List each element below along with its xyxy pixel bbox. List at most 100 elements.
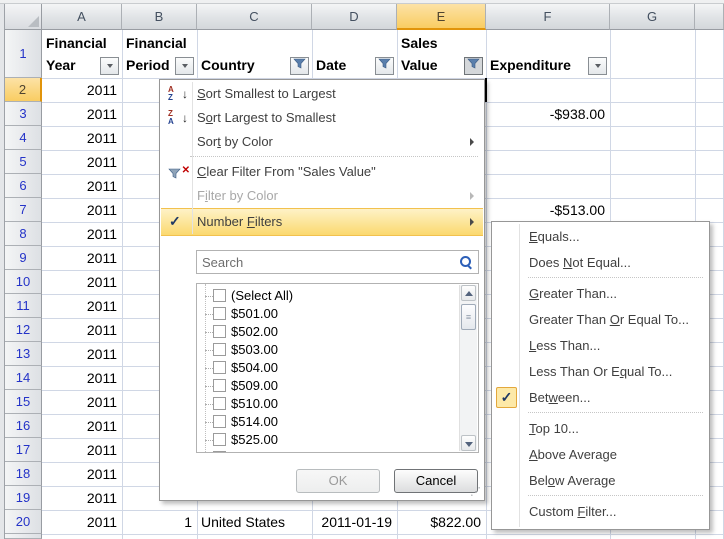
menu-item-sort-by-color[interactable]: Sort by Color <box>161 130 483 154</box>
checkbox[interactable] <box>213 397 226 410</box>
row-header-13[interactable]: 13 <box>5 342 42 366</box>
filter-value-row[interactable]: $525.00 <box>197 431 437 449</box>
filter-applied-button-d[interactable] <box>375 57 394 75</box>
filter-value-row[interactable]: $501.00 <box>197 305 437 323</box>
cell-d20[interactable]: 2011-01-19 <box>312 510 397 534</box>
filter-applied-button-e[interactable] <box>464 57 483 75</box>
row-header-17[interactable]: 17 <box>5 438 42 462</box>
ok-button[interactable]: OK <box>296 469 380 493</box>
checkbox[interactable] <box>213 289 226 302</box>
scrollbar[interactable]: ≡ <box>459 285 477 451</box>
submenu-item-above-average[interactable]: Above Average <box>493 442 708 468</box>
submenu-item-does-not-equal[interactable]: Does Not Equal... <box>493 250 708 276</box>
filter-applied-button-c[interactable] <box>290 57 309 75</box>
row-header-4[interactable]: 4 <box>5 126 42 150</box>
row-header-15[interactable]: 15 <box>5 390 42 414</box>
column-header-a[interactable]: A <box>42 4 122 30</box>
cell-a20[interactable]: 2011 <box>42 510 122 534</box>
select-all-corner[interactable] <box>5 4 42 30</box>
checkbox[interactable] <box>213 307 226 320</box>
submenu-item-below-average[interactable]: Below Average <box>493 468 708 494</box>
scroll-down-button[interactable] <box>461 435 476 451</box>
row-header-11[interactable]: 11 <box>5 294 42 318</box>
cell-a12[interactable]: 2011 <box>42 318 122 342</box>
row-header-6[interactable]: 6 <box>5 174 42 198</box>
checkbox[interactable] <box>213 451 226 453</box>
filter-value-row[interactable]: (Select All) <box>197 287 437 305</box>
submenu-item-between[interactable]: ✓Between... <box>493 385 708 411</box>
submenu-item-less-than[interactable]: Less Than... <box>493 333 708 359</box>
cell-a19[interactable]: 2011 <box>42 486 122 510</box>
filter-value-row[interactable]: $510.00 <box>197 395 437 413</box>
cell-b20[interactable]: 1 <box>122 510 197 534</box>
cell-a13[interactable]: 2011 <box>42 342 122 366</box>
row-header-19[interactable]: 19 <box>5 486 42 510</box>
filter-value-row[interactable]: $502.00 <box>197 323 437 341</box>
submenu-item-greater-than[interactable]: Greater Than... <box>493 281 708 307</box>
filter-value-row[interactable]: $514.00 <box>197 413 437 431</box>
cell-a18[interactable]: 2011 <box>42 462 122 486</box>
menu-item-sort-smallest-to-largest[interactable]: AZ↓Sort Smallest to Largest <box>161 82 483 106</box>
row-header-16[interactable]: 16 <box>5 414 42 438</box>
menu-item-clear-filter-from-sales-value[interactable]: ✕Clear Filter From "Sales Value" <box>161 160 483 184</box>
row-header-18[interactable]: 18 <box>5 462 42 486</box>
row-header-partial[interactable] <box>5 534 42 539</box>
checkbox[interactable] <box>213 361 226 374</box>
cell-a9[interactable]: 2011 <box>42 246 122 270</box>
filter-value-row-partial[interactable] <box>197 449 437 453</box>
filter-dropdown-button-b[interactable] <box>175 57 194 75</box>
cell-a4[interactable]: 2011 <box>42 126 122 150</box>
checkbox[interactable] <box>213 433 226 446</box>
filter-dropdown-button-f[interactable] <box>588 57 607 75</box>
row-header-5[interactable]: 5 <box>5 150 42 174</box>
submenu-item-top-10[interactable]: Top 10... <box>493 416 708 442</box>
menu-item-number-filters[interactable]: ✓Number Filters <box>161 208 483 236</box>
cell-a16[interactable]: 2011 <box>42 414 122 438</box>
cell-a6[interactable]: 2011 <box>42 174 122 198</box>
cell-e20[interactable]: $822.00 <box>397 510 486 534</box>
submenu-item-less-than-or-equal-to[interactable]: Less Than Or Equal To... <box>493 359 708 385</box>
row-header-1[interactable]: 1 <box>5 30 42 78</box>
cell-f3[interactable]: -$938.00 <box>486 102 610 126</box>
row-header-3[interactable]: 3 <box>5 102 42 126</box>
row-header-2[interactable]: 2 <box>5 78 42 102</box>
cell-c20[interactable]: United States <box>197 510 312 534</box>
checkbox[interactable] <box>213 415 226 428</box>
column-header-b[interactable]: B <box>122 4 197 30</box>
row-header-12[interactable]: 12 <box>5 318 42 342</box>
filter-value-row[interactable]: $503.00 <box>197 341 437 359</box>
cell-a17[interactable]: 2011 <box>42 438 122 462</box>
filter-value-row[interactable]: $509.00 <box>197 377 437 395</box>
column-header-d[interactable]: D <box>312 4 397 30</box>
scroll-up-button[interactable] <box>461 285 476 301</box>
cell-a10[interactable]: 2011 <box>42 270 122 294</box>
search-input[interactable] <box>197 251 478 273</box>
cell-a3[interactable]: 2011 <box>42 102 122 126</box>
column-header-e[interactable]: E <box>397 4 486 30</box>
submenu-item-custom-filter[interactable]: Custom Filter... <box>493 499 708 525</box>
row-header-7[interactable]: 7 <box>5 198 42 222</box>
checkbox[interactable] <box>213 343 226 356</box>
cell-a11[interactable]: 2011 <box>42 294 122 318</box>
search-icon[interactable] <box>460 256 472 268</box>
filter-value-row[interactable]: $504.00 <box>197 359 437 377</box>
row-header-14[interactable]: 14 <box>5 366 42 390</box>
cell-a2[interactable]: 2011 <box>42 78 122 102</box>
menu-item-sort-largest-to-smallest[interactable]: ZA↓Sort Largest to Smallest <box>161 106 483 130</box>
checkbox[interactable] <box>213 325 226 338</box>
row-header-8[interactable]: 8 <box>5 222 42 246</box>
checkbox[interactable] <box>213 379 226 392</box>
column-header-f[interactable]: F <box>486 4 610 30</box>
resize-grip[interactable]: ⋰ <box>470 487 481 498</box>
submenu-item-equals[interactable]: Equals... <box>493 224 708 250</box>
column-header-c[interactable]: C <box>197 4 312 30</box>
cell-a14[interactable]: 2011 <box>42 366 122 390</box>
row-header-20[interactable]: 20 <box>5 510 42 534</box>
cell-a15[interactable]: 2011 <box>42 390 122 414</box>
column-header-g[interactable]: G <box>610 4 695 30</box>
cell-a8[interactable]: 2011 <box>42 222 122 246</box>
submenu-item-greater-than-or-equal-to[interactable]: Greater Than Or Equal To... <box>493 307 708 333</box>
filter-dropdown-button-a[interactable] <box>100 57 119 75</box>
cancel-button[interactable]: Cancel <box>394 469 478 493</box>
cell-a7[interactable]: 2011 <box>42 198 122 222</box>
